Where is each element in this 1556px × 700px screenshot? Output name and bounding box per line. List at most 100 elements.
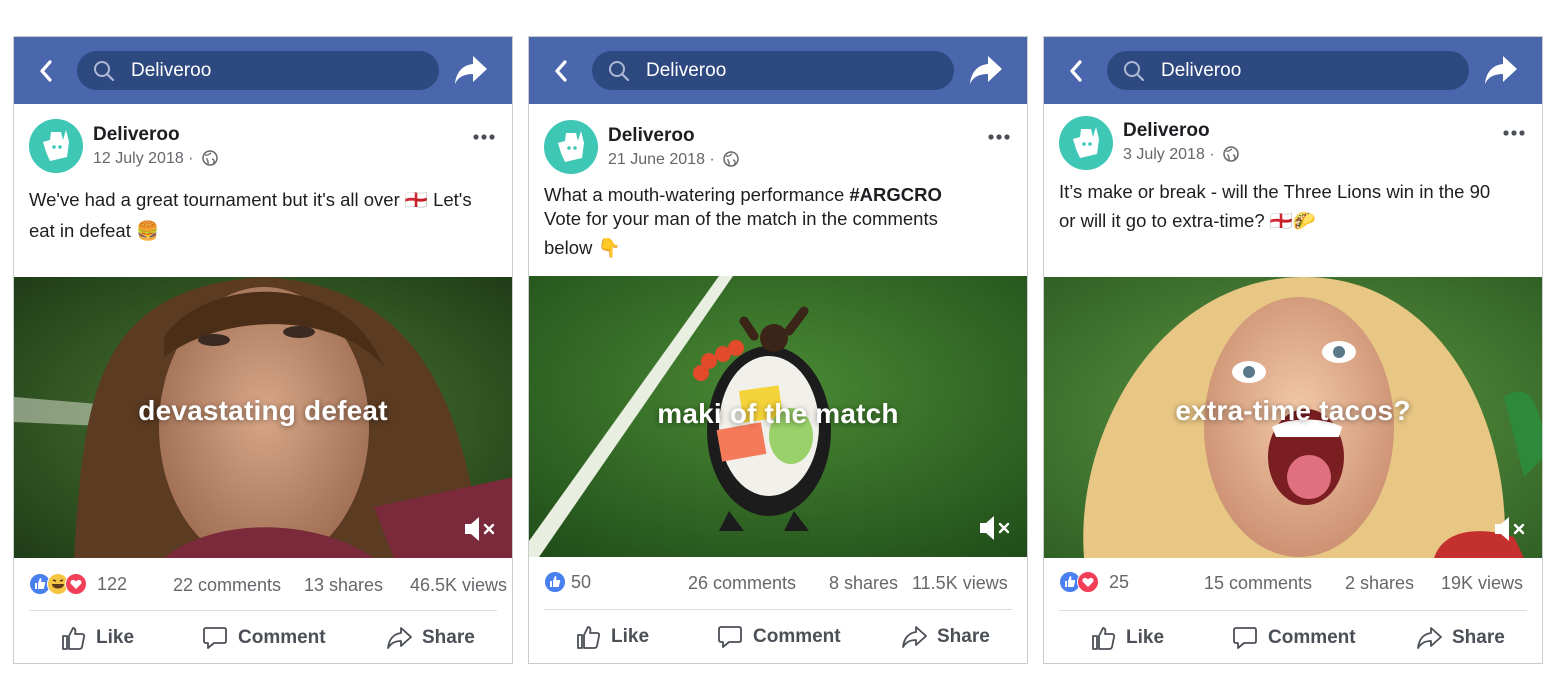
share-label: Share — [937, 626, 990, 647]
post-actions: Like Comment Share — [14, 613, 512, 663]
share-arrow-icon[interactable] — [968, 52, 1004, 88]
like-button[interactable]: Like — [1090, 613, 1164, 663]
search-icon — [609, 61, 630, 82]
more-options-icon[interactable] — [987, 133, 1011, 141]
top-bar: Deliveroo — [1044, 37, 1542, 104]
mute-icon[interactable] — [462, 514, 498, 544]
post-meta: 3 July 2018 · — [1123, 146, 1239, 164]
share-icon — [1417, 627, 1442, 649]
more-options-icon[interactable] — [1502, 129, 1526, 137]
share-icon — [387, 627, 412, 649]
comment-label: Comment — [238, 627, 326, 648]
post-stats: 25 15 comments 2 shares 19K views — [1059, 563, 1527, 603]
post-date[interactable]: 21 June 2018 — [608, 151, 705, 168]
back-arrow-icon[interactable] — [36, 57, 56, 85]
more-options-icon[interactable] — [472, 133, 496, 141]
share-icon — [902, 626, 927, 648]
reaction-count: 25 — [1109, 572, 1130, 592]
video-player[interactable]: maki of the match — [529, 276, 1027, 557]
search-text: Deliveroo — [131, 60, 212, 81]
comment-icon — [718, 626, 742, 648]
shares-count[interactable]: 13 shares — [304, 575, 383, 596]
post-text: We've had a great tournament but it's al… — [29, 185, 498, 245]
share-button[interactable]: Share — [386, 613, 475, 663]
search-icon — [94, 61, 115, 82]
post-card-2: Deliveroo Deliveroo 21 June 2018 · What … — [528, 36, 1028, 664]
post-date[interactable]: 12 July 2018 — [93, 150, 184, 167]
comments-count[interactable]: 22 comments — [173, 575, 281, 596]
post-text-line: below 👇 — [544, 237, 621, 258]
video-player[interactable]: devastating defeat — [14, 277, 512, 558]
share-button[interactable]: Share — [1416, 613, 1505, 663]
avatar[interactable] — [1059, 116, 1113, 170]
comment-button[interactable]: Comment — [717, 612, 841, 662]
share-arrow-icon[interactable] — [1483, 52, 1519, 88]
like-button[interactable]: Like — [575, 612, 649, 662]
like-label: Like — [611, 626, 650, 647]
comments-count[interactable]: 15 comments — [1204, 573, 1312, 594]
comment-icon — [1233, 627, 1257, 649]
post-text-line: We've had a great tournament but it's al… — [29, 189, 472, 210]
globe-icon — [202, 150, 218, 166]
post-actions: Like Comment Share — [1044, 613, 1542, 663]
like-label: Like — [96, 627, 135, 648]
views-count: 11.5K views — [912, 573, 1008, 593]
search-input[interactable]: Deliveroo — [592, 51, 954, 90]
thumbs-up-icon — [577, 626, 601, 649]
post-text: It’s make or break - will the Three Lion… — [1059, 177, 1528, 235]
post-text-line: It’s make or break - will the Three Lion… — [1059, 181, 1491, 202]
video-caption: extra-time tacos? — [1175, 395, 1411, 426]
shares-count[interactable]: 2 shares — [1345, 573, 1414, 594]
mute-icon[interactable] — [977, 513, 1013, 543]
share-label: Share — [422, 627, 475, 648]
reaction-count: 50 — [571, 572, 592, 592]
search-icon — [1124, 61, 1145, 82]
top-bar: Deliveroo — [529, 37, 1027, 104]
love-reaction-icon — [65, 573, 87, 595]
share-arrow-icon[interactable] — [453, 52, 489, 88]
divider — [1059, 610, 1527, 611]
post-text-line: or will it go to extra-time? 🏴󠁧󠁢󠁥󠁮󠁧󠁿🌮 — [1059, 210, 1316, 231]
like-label: Like — [1126, 627, 1165, 648]
video-player[interactable]: extra-time tacos? — [1044, 277, 1542, 558]
search-input[interactable]: Deliveroo — [77, 51, 439, 90]
post-stats: 50 26 comments 8 shares 11.5K views — [544, 563, 1012, 603]
deliveroo-logo-icon — [43, 130, 69, 161]
avatar[interactable] — [544, 120, 598, 174]
hashtag-link[interactable]: #ARGCRO — [849, 184, 942, 205]
like-button[interactable]: Like — [60, 613, 134, 663]
share-label: Share — [1452, 627, 1505, 648]
page-name[interactable]: Deliveroo — [608, 125, 695, 147]
shares-count[interactable]: 8 shares — [829, 573, 898, 594]
mute-icon[interactable] — [1492, 514, 1528, 544]
post-text-line: Vote for your man of the match in the co… — [544, 208, 938, 229]
like-reaction-icon — [544, 571, 566, 593]
video-caption: devastating defeat — [138, 395, 388, 426]
share-button[interactable]: Share — [901, 612, 990, 662]
post-card-1: Deliveroo Deliveroo 12 July 2018 · We've… — [13, 36, 513, 664]
love-reaction-icon — [1077, 571, 1099, 593]
video-caption: maki of the match — [657, 398, 899, 429]
comment-label: Comment — [753, 626, 841, 647]
comment-label: Comment — [1268, 627, 1356, 648]
comment-button[interactable]: Comment — [1232, 613, 1356, 663]
deliveroo-logo-icon — [1073, 127, 1099, 158]
globe-icon — [723, 151, 739, 167]
page-name[interactable]: Deliveroo — [93, 124, 180, 146]
reaction-count: 122 — [97, 574, 128, 594]
thumbs-up-icon — [1092, 627, 1116, 650]
back-arrow-icon[interactable] — [1066, 57, 1086, 85]
comment-icon — [203, 627, 227, 649]
search-input[interactable]: Deliveroo — [1107, 51, 1469, 90]
post-date[interactable]: 3 July 2018 — [1123, 146, 1205, 163]
comments-count[interactable]: 26 comments — [688, 573, 796, 594]
comment-button[interactable]: Comment — [202, 613, 326, 663]
avatar[interactable] — [29, 119, 83, 173]
page-name[interactable]: Deliveroo — [1123, 120, 1210, 142]
divider — [29, 610, 497, 611]
post-card-3: Deliveroo Deliveroo 3 July 2018 · It’s m… — [1043, 36, 1543, 664]
post-text-prefix: What a mouth-watering performance — [544, 184, 850, 205]
post-text-line: eat in defeat 🍔 — [29, 220, 160, 241]
back-arrow-icon[interactable] — [551, 57, 571, 85]
search-text: Deliveroo — [1161, 60, 1242, 81]
